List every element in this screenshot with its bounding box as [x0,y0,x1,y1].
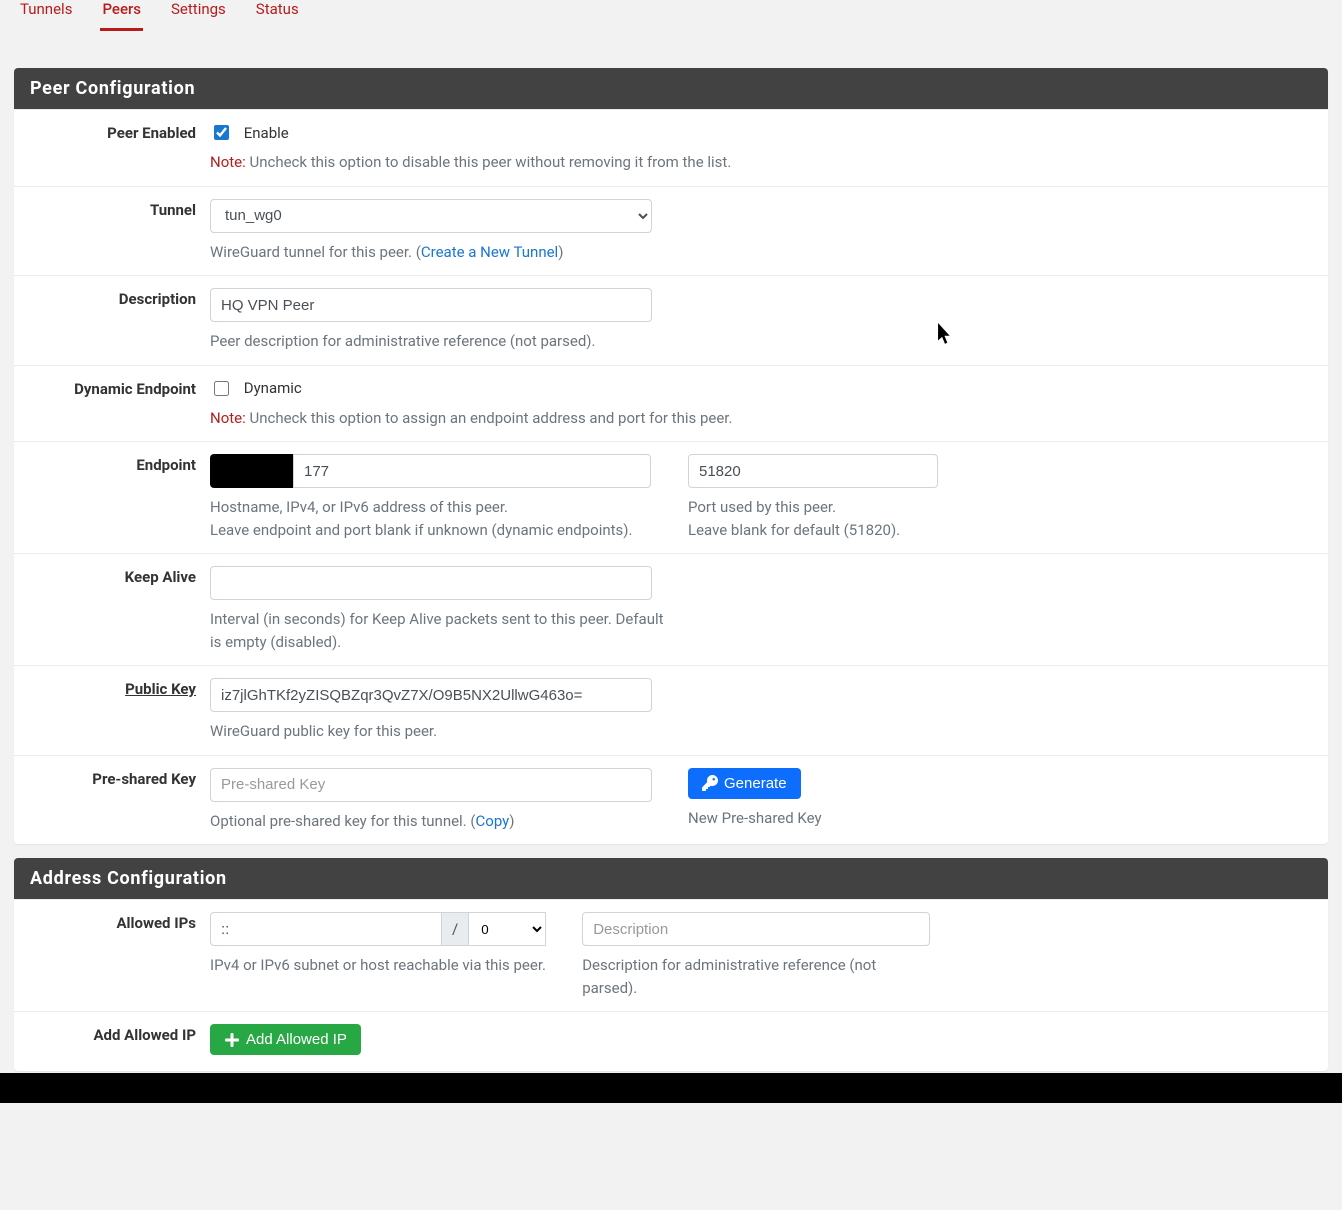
psk-btn-help: New Pre-shared Key [688,807,822,830]
checkbox-enable[interactable] [214,125,229,140]
link-create-tunnel[interactable]: Create a New Tunnel [421,243,558,261]
endpoint-port-help: Port used by this peer. Leave blank for … [688,496,938,541]
label-peer-enabled: Peer Enabled [14,122,210,174]
generate-psk-button[interactable]: Generate [688,768,801,799]
note-text: Uncheck this option to disable this peer… [246,153,732,171]
label-add-allowed-ip: Add Allowed IP [14,1024,210,1055]
allowed-desc-help: Description for administrative reference… [582,954,922,999]
link-copy-psk[interactable]: Copy [476,812,510,830]
input-public-key[interactable] [210,678,652,712]
footer-bar [0,1073,1342,1103]
add-allowed-ip-label: Add Allowed IP [246,1031,347,1048]
label-endpoint: Endpoint [14,454,210,541]
keepalive-help: Interval (in seconds) for Keep Alive pac… [210,608,670,653]
ip-slash: / [442,912,468,946]
input-allowed-desc[interactable] [582,912,930,946]
input-allowed-ip[interactable] [210,912,442,946]
input-endpoint-port[interactable] [688,454,938,488]
input-keepalive[interactable] [210,566,652,600]
note-prefix: Note: [210,153,246,171]
psk-help: Optional pre-shared key for this tunnel.… [210,812,476,830]
checkbox-enable-label: Enable [244,124,289,142]
label-tunnel: Tunnel [14,199,210,264]
label-public-key: Public Key [14,678,210,743]
panel-title-peer: Peer Configuration [14,68,1328,109]
label-keepalive: Keep Alive [14,566,210,653]
checkbox-dynamic-label: Dynamic [244,379,302,397]
checkbox-dynamic[interactable] [214,381,229,396]
label-description: Description [14,288,210,353]
tab-settings[interactable]: Settings [169,0,228,31]
tab-status[interactable]: Status [254,0,301,31]
tab-tunnels[interactable]: Tunnels [18,0,74,31]
nav-tabs: Tunnels Peers Settings Status [14,0,1328,40]
dyn-note-text: Uncheck this option to assign an endpoin… [246,409,733,427]
endpoint-redacted [210,454,294,488]
generate-psk-label: Generate [724,775,787,792]
label-dynamic-endpoint: Dynamic Endpoint [14,378,210,430]
select-tunnel[interactable]: tun_wg0 [210,199,652,233]
endpoint-host-help: Hostname, IPv4, or IPv6 address of this … [210,496,652,541]
tab-peers[interactable]: Peers [100,0,143,31]
select-allowed-mask[interactable]: 0 [468,912,546,946]
panel-title-address: Address Configuration [14,858,1328,899]
input-preshared-key[interactable] [210,768,652,802]
key-icon [702,775,718,791]
label-allowed-ips: Allowed IPs [14,912,210,999]
description-help: Peer description for administrative refe… [210,330,1314,353]
allowed-ip-help: IPv4 or IPv6 subnet or host reachable vi… [210,954,546,977]
plus-icon [224,1032,240,1048]
add-allowed-ip-button[interactable]: Add Allowed IP [210,1024,361,1055]
dyn-note-prefix: Note: [210,409,246,427]
tunnel-help: WireGuard tunnel for this peer. ( [210,243,421,261]
public-key-help: WireGuard public key for this peer. [210,720,1314,743]
input-description[interactable] [210,288,652,322]
input-endpoint-host[interactable] [293,454,651,488]
label-preshared-key: Pre-shared Key [14,768,210,833]
